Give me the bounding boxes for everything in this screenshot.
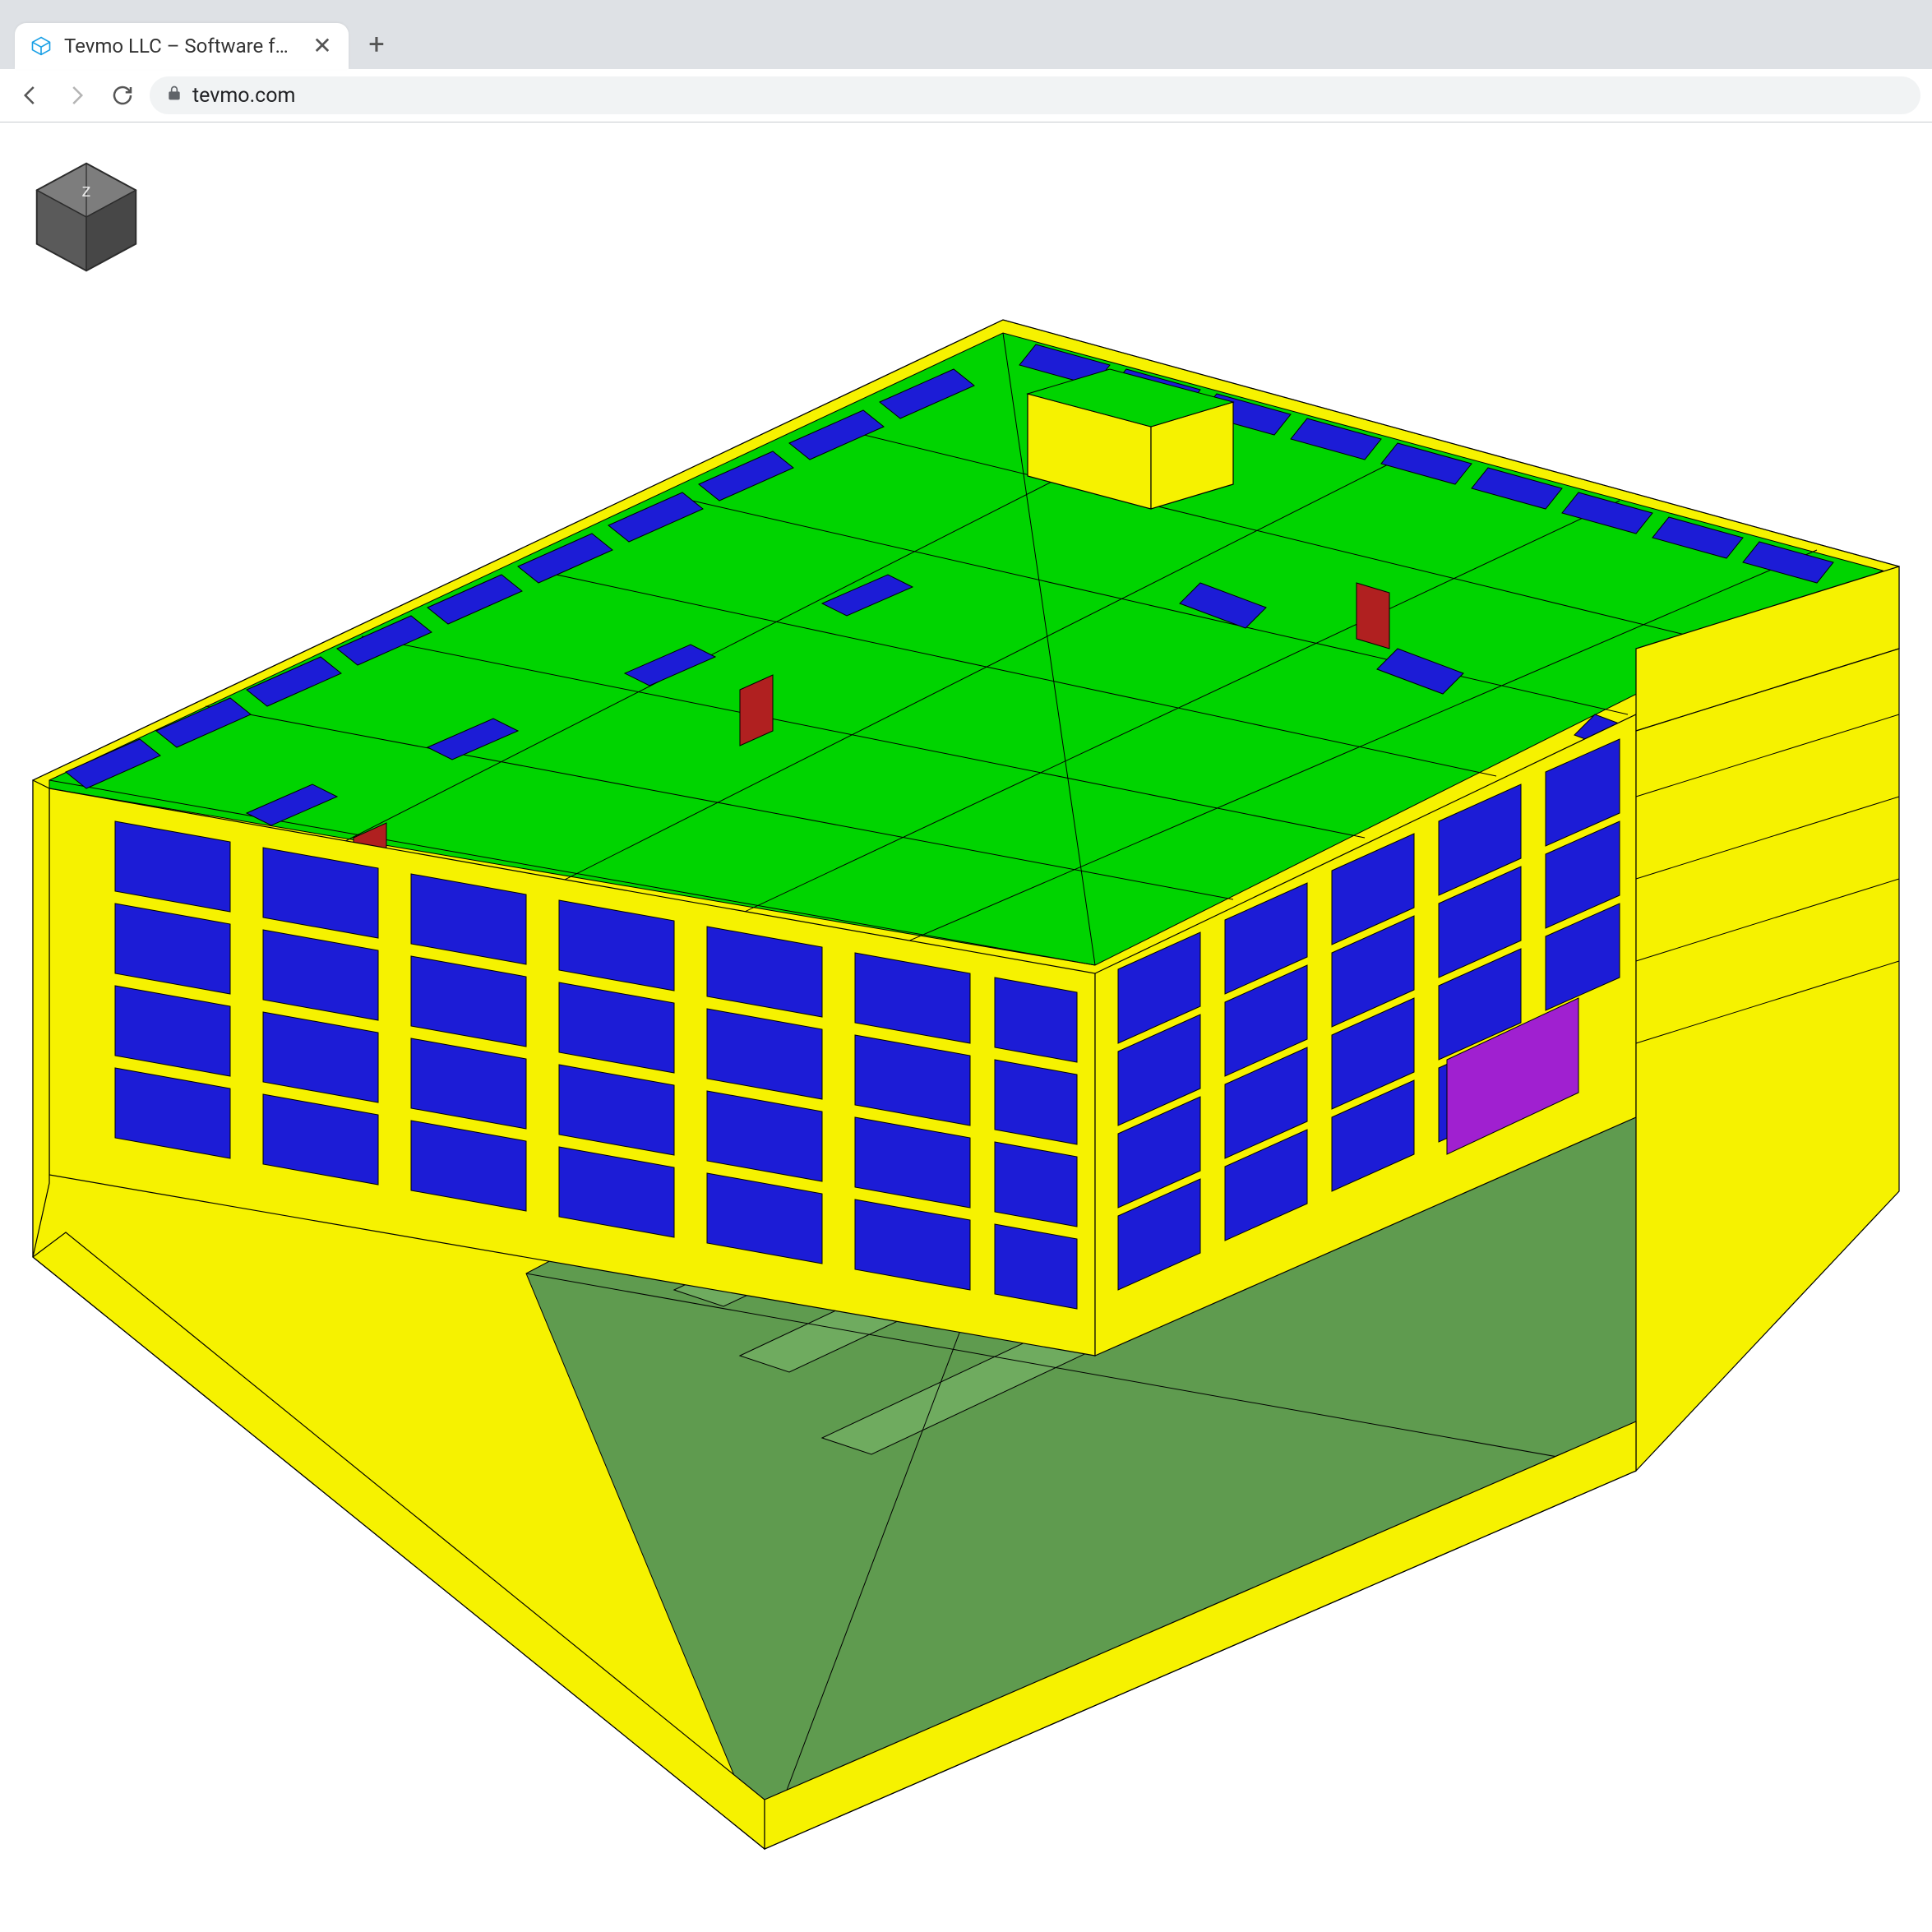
close-tab-icon[interactable]: ✕ bbox=[311, 35, 334, 58]
new-tab-button[interactable]: + bbox=[362, 28, 391, 61]
forward-button[interactable] bbox=[58, 76, 95, 114]
reload-button[interactable] bbox=[104, 76, 141, 114]
back-button[interactable] bbox=[12, 76, 49, 114]
tab-title: Tevmo LLC – Software for HVACR bbox=[64, 35, 299, 58]
tab-strip: Tevmo LLC – Software for HVACR ✕ + bbox=[0, 0, 1932, 69]
url-field[interactable]: tevmo.com bbox=[150, 76, 1920, 114]
building-model[interactable]: .wl{fill:#f6f200;stroke:#000;stroke-widt… bbox=[0, 122, 1932, 1932]
browser-chrome: Tevmo LLC – Software for HVACR ✕ + tevmo… bbox=[0, 0, 1932, 122]
url-text: tevmo.com bbox=[192, 84, 295, 108]
address-bar: tevmo.com bbox=[0, 69, 1932, 122]
browser-tab[interactable]: Tevmo LLC – Software for HVACR ✕ bbox=[15, 23, 349, 69]
favicon-icon bbox=[30, 35, 53, 58]
model-viewport[interactable]: z .wl{fill:#f6f200;stroke:#000;stroke-wi… bbox=[0, 122, 1932, 1932]
lock-icon bbox=[166, 85, 183, 106]
